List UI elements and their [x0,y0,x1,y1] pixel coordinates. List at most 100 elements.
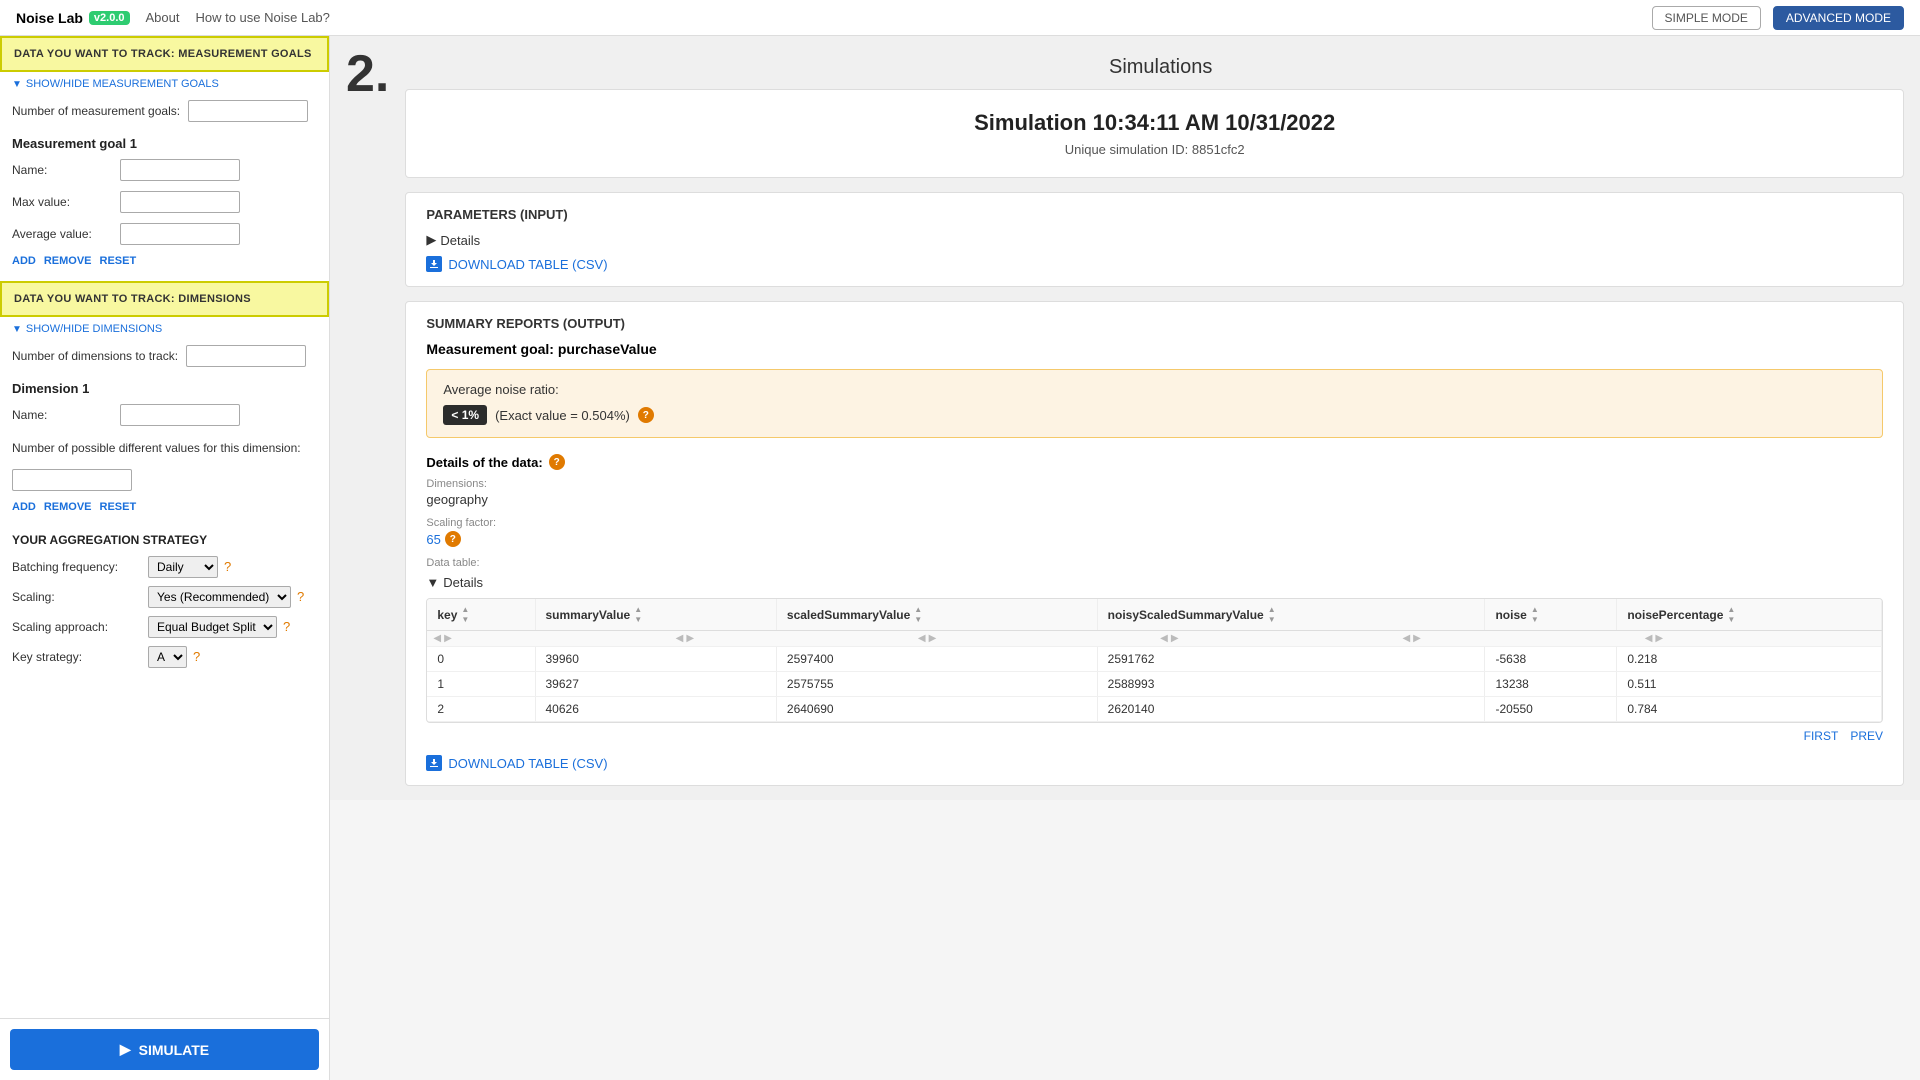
version-badge: v2.0.0 [89,11,130,25]
dim-name-group: Name: geography [0,400,329,430]
noise-exact: (Exact value = 0.504%) [495,408,630,423]
download-table-top[interactable]: DOWNLOAD TABLE (CSV) [426,256,1883,272]
col-scaled-header[interactable]: scaledSummaryValue ▲▼ [776,599,1097,631]
batch-select[interactable]: Daily Weekly [148,556,218,578]
first-page-button[interactable]: FIRST [1804,729,1839,743]
goal-max-input[interactable]: 1000 [120,191,240,213]
dimensions-value: geography [426,492,1883,507]
scaled-sort-icon[interactable]: ▲▼ [914,605,922,624]
add-dim-link[interactable]: ADD [12,501,36,513]
simulate-button[interactable]: ▶ SIMULATE [10,1029,319,1070]
remove-goal-link[interactable]: REMOVE [44,255,92,267]
params-details-toggle[interactable]: ▶ Details [426,232,1883,248]
data-table-wrapper: key ▲▼ summaryValue ▲▼ [426,598,1883,723]
num-goals-input[interactable]: 1 [188,100,308,122]
dimensions-label: Dimensions: [426,478,1883,490]
num-goals-label: Number of measurement goals: [12,100,180,118]
goal-avg-label: Average value: [12,223,112,241]
key-strategy-label: Key strategy: [12,650,142,664]
num-dims-input[interactable]: 1 [186,345,306,367]
goal-name-label: Name: [12,159,112,177]
show-hide-dims-toggle[interactable]: ▼ SHOW/HIDE DIMENSIONS [0,317,329,341]
simulations-title: Simulations [401,36,1920,89]
scaling-approach-row: Scaling approach: Equal Budget Split ? [0,613,329,641]
details-of-data-heading: Details of the data: ? [426,454,1883,470]
noise-ratio-row: < 1% (Exact value = 0.504%) ? [443,405,1866,425]
step2-label: 2. [330,36,401,100]
top-nav: Noise Lab v2.0.0 About How to use Noise … [0,0,1920,36]
goal-label: Measurement goal: purchaseValue [426,341,1883,357]
table-details-toggle[interactable]: ▼ Details [426,575,1883,590]
advanced-mode-button[interactable]: ADVANCED MODE [1773,6,1904,30]
sim-id: Unique simulation ID: 8851cfc2 [430,142,1879,157]
app-logo: Noise Lab v2.0.0 [16,10,130,26]
key-strategy-help-icon[interactable]: ? [193,649,200,664]
noisepct-sort-icon[interactable]: ▲▼ [1727,605,1735,624]
remove-dim-link[interactable]: REMOVE [44,501,92,513]
how-to-link[interactable]: How to use Noise Lab? [195,10,329,25]
params-section-title: PARAMETERS (INPUT) [426,207,1883,222]
noise-badge: < 1% [443,405,487,425]
scaling-factor-label: Scaling factor: [426,517,1883,529]
scaling-help-icon[interactable]: ? [297,589,304,604]
table-row: 13962725757552588993132380.511 [427,672,1881,697]
dims-toggle-arrow: ▼ [12,324,22,335]
col-noise-header[interactable]: noise ▲▼ [1485,599,1617,631]
batching-freq-row: Batching frequency: Daily Weekly ? [0,553,329,581]
num-goals-group: Number of measurement goals: 1 [0,96,329,126]
key-sort-icon[interactable]: ▲▼ [461,605,469,624]
section1-header: DATA YOU WANT TO TRACK: MEASUREMENT GOAL… [0,36,329,72]
data-details-help-icon[interactable]: ? [549,454,565,470]
batch-help-icon[interactable]: ? [224,559,231,574]
dim1-heading: Dimension 1 [0,373,329,400]
sim-title: Simulation 10:34:11 AM 10/31/2022 [430,110,1879,136]
col-noisy-header[interactable]: noisyScaledSummaryValue ▲▼ [1097,599,1485,631]
goal-action-links: ADD REMOVE RESET [0,251,329,277]
batch-label: Batching frequency: [12,560,142,574]
prev-page-button[interactable]: PREV [1850,729,1883,743]
col-summary-header[interactable]: summaryValue ▲▼ [535,599,776,631]
show-hide-goals-toggle[interactable]: ▼ SHOW/HIDE MEASUREMENT GOALS [0,72,329,96]
scaling-select[interactable]: Yes (Recommended) No [148,586,291,608]
main-layout: DATA YOU WANT TO TRACK: MEASUREMENT GOAL… [0,36,1920,1080]
scaling-approach-help-icon[interactable]: ? [283,619,290,634]
col-scroll-left[interactable]: ◀ [433,633,441,644]
goals-toggle-arrow: ▼ [12,79,22,90]
scaling-approach-label: Scaling approach: [12,620,142,634]
col-key-header[interactable]: key ▲▼ [427,599,535,631]
num-dims-label: Number of dimensions to track: [12,345,178,363]
summary-sort-icon[interactable]: ▲▼ [634,605,642,624]
data-table: key ▲▼ summaryValue ▲▼ [427,599,1882,722]
logo-text: Noise Lab [16,10,83,26]
goal-max-group: Max value: 1000 [0,187,329,217]
dim-name-label: Name: [12,404,112,422]
simulate-btn-container: ▶ SIMULATE [0,1018,329,1080]
download-icon-bottom [426,755,442,771]
download-table-bottom[interactable]: DOWNLOAD TABLE (CSV) [426,755,1883,771]
about-link[interactable]: About [146,10,180,25]
goal-name-input[interactable]: purchaseValue [120,159,240,181]
scaling-label: Scaling: [12,590,142,604]
sidebar: DATA YOU WANT TO TRACK: MEASUREMENT GOAL… [0,36,330,1080]
key-strategy-select[interactable]: A B [148,646,187,668]
noise-ratio-title: Average noise ratio: [443,382,1866,397]
dim-possible-input[interactable]: 3 [12,469,132,491]
reset-dim-link[interactable]: RESET [100,501,137,513]
noise-sort-icon[interactable]: ▲▼ [1531,605,1539,624]
noise-help-icon[interactable]: ? [638,407,654,423]
key-strategy-row: Key strategy: A B ? [0,643,329,671]
noise-ratio-box: Average noise ratio: < 1% (Exact value =… [426,369,1883,438]
add-goal-link[interactable]: ADD [12,255,36,267]
simple-mode-button[interactable]: SIMPLE MODE [1652,6,1761,30]
summary-section-title: SUMMARY REPORTS (OUTPUT) [426,316,1883,331]
col-noisepct-header[interactable]: noisePercentage ▲▼ [1617,599,1882,631]
table-row: 24062626406902620140-205500.784 [427,697,1881,722]
dim-name-input[interactable]: geography [120,404,240,426]
params-arrow-icon: ▶ [426,232,436,248]
noisy-sort-icon[interactable]: ▲▼ [1268,605,1276,624]
reset-goal-link[interactable]: RESET [100,255,137,267]
scaling-factor-help-icon[interactable]: ? [445,531,461,547]
col-scroll-right[interactable]: ▶ [444,633,452,644]
goal-avg-input[interactable]: 120 [120,223,240,245]
scaling-approach-select[interactable]: Equal Budget Split [148,616,277,638]
